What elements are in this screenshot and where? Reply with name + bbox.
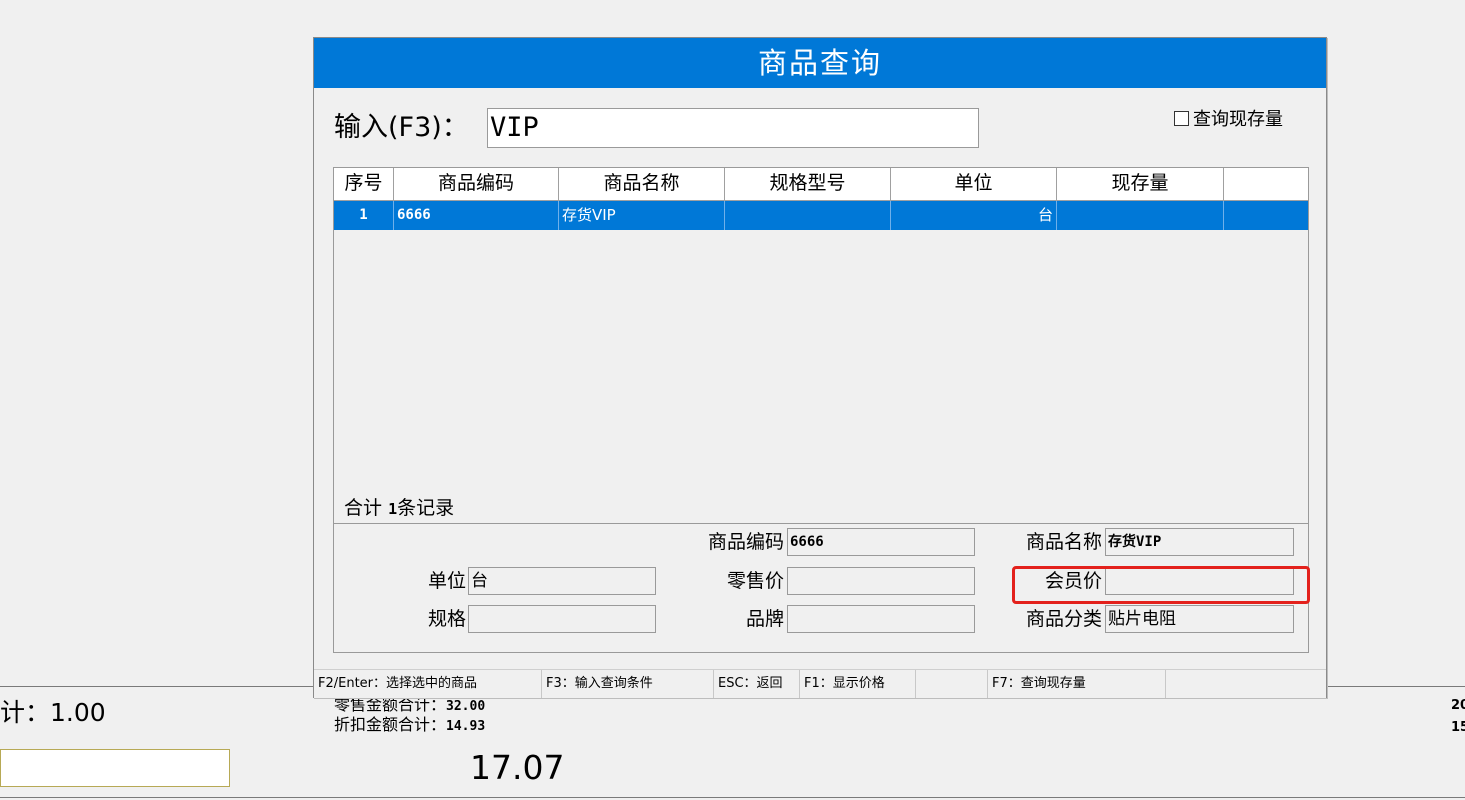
query-input-label: 输入(F3)：: [334, 112, 469, 143]
category-field[interactable]: 贴片电阻: [1105, 605, 1294, 633]
table-row[interactable]: 1 6666 存货VIP 台: [334, 201, 1308, 230]
spec-label: 规格: [427, 608, 466, 630]
query-input[interactable]: VIP: [487, 108, 979, 148]
shortcut-escape[interactable]: ESC：返回: [714, 670, 800, 698]
checkbox-icon[interactable]: [1174, 111, 1189, 126]
query-stock-checkbox-label: 查询现存量: [1193, 109, 1283, 130]
shortcut-input[interactable]: F3：输入查询条件: [542, 670, 714, 698]
name-label: 商品名称: [1025, 531, 1102, 553]
record-count: 合计 1条记录: [344, 497, 455, 519]
column-header-spec[interactable]: 规格型号: [725, 168, 891, 200]
brand-label: 品牌: [745, 608, 784, 630]
shortcut-query-stock[interactable]: F7：查询现存量: [988, 670, 1166, 698]
quantity-total: 计：1.00: [0, 698, 106, 727]
background-divider-left: [0, 686, 313, 687]
row-stock: [1057, 201, 1224, 230]
shortcut-empty-1: [916, 670, 988, 698]
unit-field[interactable]: 台: [468, 567, 656, 595]
retail-price-field[interactable]: [787, 567, 975, 595]
query-stock-checkbox[interactable]: 查询现存量: [1174, 108, 1283, 132]
shortcut-show-price[interactable]: F1：显示价格: [800, 670, 916, 698]
results-panel: 序号 商品编码 商品名称 规格型号 单位 现存量 1 6666 存货VIP 台 …: [333, 167, 1310, 653]
row-name: 存货VIP: [559, 201, 725, 230]
barcode-input[interactable]: [0, 749, 230, 787]
shortcut-select[interactable]: F2/Enter：选择选中的商品: [314, 670, 542, 698]
code-label: 商品编码: [707, 531, 784, 553]
payable-amount: 17.07: [470, 748, 565, 787]
grid-header: 序号 商品编码 商品名称 规格型号 单位 现存量: [334, 168, 1308, 201]
spec-field[interactable]: [468, 605, 656, 633]
unit-label: 单位: [427, 570, 466, 592]
retail-total: 零售金额合计：32.00: [334, 695, 486, 715]
column-header-stock[interactable]: 现存量: [1057, 168, 1224, 200]
results-grid: 序号 商品编码 商品名称 规格型号 单位 现存量 1 6666 存货VIP 台 …: [334, 168, 1308, 523]
column-header-index[interactable]: 序号: [334, 168, 394, 200]
product-query-dialog: 商品查询 输入(F3)： VIP 查询现存量 序号 商品编码 商品名称 规格型号…: [313, 37, 1327, 698]
clipped-time-text: 15: [1451, 720, 1465, 735]
column-header-unit[interactable]: 单位: [891, 168, 1057, 200]
brand-field[interactable]: [787, 605, 975, 633]
shortcut-statusbar: F2/Enter：选择选中的商品 F3：输入查询条件 ESC：返回 F1：显示价…: [314, 669, 1326, 698]
product-detail-section: 商品编码 6666 商品名称 存货VIP 单位 台 零售价 会员价 规格 品牌 …: [334, 523, 1310, 653]
row-code: 6666: [394, 201, 559, 230]
shortcut-empty-2: [1166, 670, 1326, 698]
clipped-date-text: 20: [1451, 698, 1465, 713]
row-spec: [725, 201, 891, 230]
name-field[interactable]: 存货VIP: [1105, 528, 1294, 556]
row-unit: 台: [891, 201, 1057, 230]
discount-total: 折扣金额合计：14.93: [334, 715, 486, 735]
category-label: 商品分类: [1025, 608, 1102, 630]
column-header-name[interactable]: 商品名称: [559, 168, 725, 200]
row-index: 1: [334, 201, 394, 230]
dialog-title: 商品查询: [314, 38, 1326, 88]
code-field[interactable]: 6666: [787, 528, 975, 556]
retail-price-label: 零售价: [726, 570, 784, 592]
member-price-highlight: [1012, 566, 1310, 604]
column-header-code[interactable]: 商品编码: [394, 168, 559, 200]
background-divider-right: [1328, 686, 1465, 687]
background-divider-bottom: [0, 797, 1465, 798]
